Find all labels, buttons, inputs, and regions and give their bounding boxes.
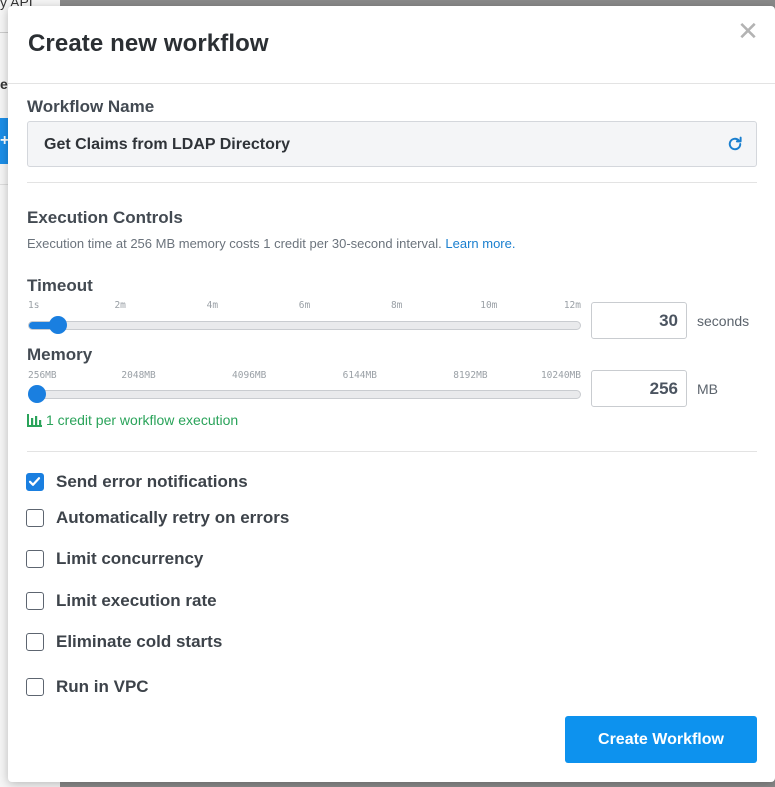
divider	[27, 182, 757, 183]
checkmark-icon	[28, 477, 41, 486]
bar-chart-icon	[27, 414, 42, 427]
slider-tick-label: 256MB	[28, 370, 57, 381]
execution-description: Execution time at 256 MB memory costs 1 …	[27, 236, 515, 251]
workflow-name-input[interactable]: Get Claims from LDAP Directory	[27, 121, 757, 167]
timeout-slider[interactable]	[28, 316, 581, 334]
slider-tick-label: 12m	[563, 300, 581, 311]
slider-tick-label: 6m	[298, 300, 311, 311]
slider-tick-label: 10240MB	[540, 370, 581, 381]
slider-tick-label: 2048MB	[121, 370, 156, 381]
option-checkbox[interactable]	[26, 592, 44, 610]
slider-tick-label: 1s	[28, 300, 40, 311]
option-label[interactable]: Limit execution rate	[56, 591, 217, 611]
slider-tick-label: 10m	[480, 300, 498, 311]
credit-note-text: 1 credit per workflow execution	[46, 412, 239, 428]
option-label[interactable]: Limit concurrency	[56, 549, 203, 569]
option-checkbox[interactable]	[26, 509, 44, 527]
option-label[interactable]: Run in VPC	[56, 677, 149, 697]
option-checkbox[interactable]	[26, 473, 44, 491]
memory-value: 256	[649, 379, 678, 398]
memory-ticks: 256MB 2048MB 4096MB 6144MB 8192MB 10240MB	[28, 370, 581, 382]
option-label[interactable]: Send error notifications	[56, 472, 248, 492]
divider	[27, 451, 757, 452]
timeout-unit: seconds	[697, 313, 750, 329]
timeout-label: Timeout	[27, 276, 93, 295]
option-checkbox[interactable]	[26, 633, 44, 651]
learn-more-link[interactable]: Learn more.	[445, 236, 515, 251]
modal-header: Create new workflow ✕	[8, 6, 775, 84]
option-checkbox[interactable]	[26, 550, 44, 568]
memory-slider-handle[interactable]	[28, 385, 46, 403]
execution-controls-heading: Execution Controls	[27, 208, 183, 227]
memory-input[interactable]: 256	[591, 370, 687, 407]
slider-tick-label: 6144MB	[342, 370, 377, 381]
memory-label: Memory	[27, 345, 93, 364]
credit-note: 1 credit per workflow execution	[27, 412, 238, 428]
modal-title: Create new workflow	[28, 30, 269, 57]
slider-tick-label: 8m	[390, 300, 403, 311]
slider-tick-label: 2m	[114, 300, 126, 311]
slider-tick-label: 4096MB	[232, 370, 267, 381]
option-label[interactable]: Eliminate cold starts	[56, 632, 222, 652]
option-label[interactable]: Automatically retry on errors	[56, 508, 289, 528]
timeout-ticks: 1s 2m 4m 6m 8m 10m 12m	[28, 300, 581, 312]
create-workflow-button[interactable]: Create Workflow	[565, 716, 757, 763]
create-workflow-modal: Create new workflow ✕ Workflow Name Get …	[8, 6, 775, 782]
memory-unit: MB	[697, 381, 718, 397]
slider-tick-label: 8192MB	[453, 370, 488, 381]
memory-slider[interactable]	[28, 385, 581, 403]
option-checkbox[interactable]	[26, 678, 44, 696]
timeout-value: 30	[659, 311, 678, 330]
timeout-input[interactable]: 30	[591, 302, 687, 339]
workflow-name-label: Workflow Name	[27, 97, 155, 116]
workflow-name-value: Get Claims from LDAP Directory	[44, 136, 290, 153]
background-partial-heading: e	[0, 76, 8, 92]
timeout-slider-handle[interactable]	[49, 316, 68, 334]
slider-tick-label: 4m	[206, 300, 219, 311]
refresh-icon[interactable]	[726, 135, 744, 153]
close-icon[interactable]: ✕	[737, 18, 759, 44]
execution-description-text: Execution time at 256 MB memory costs 1 …	[27, 236, 442, 251]
background-add-button[interactable]: +	[0, 118, 8, 164]
